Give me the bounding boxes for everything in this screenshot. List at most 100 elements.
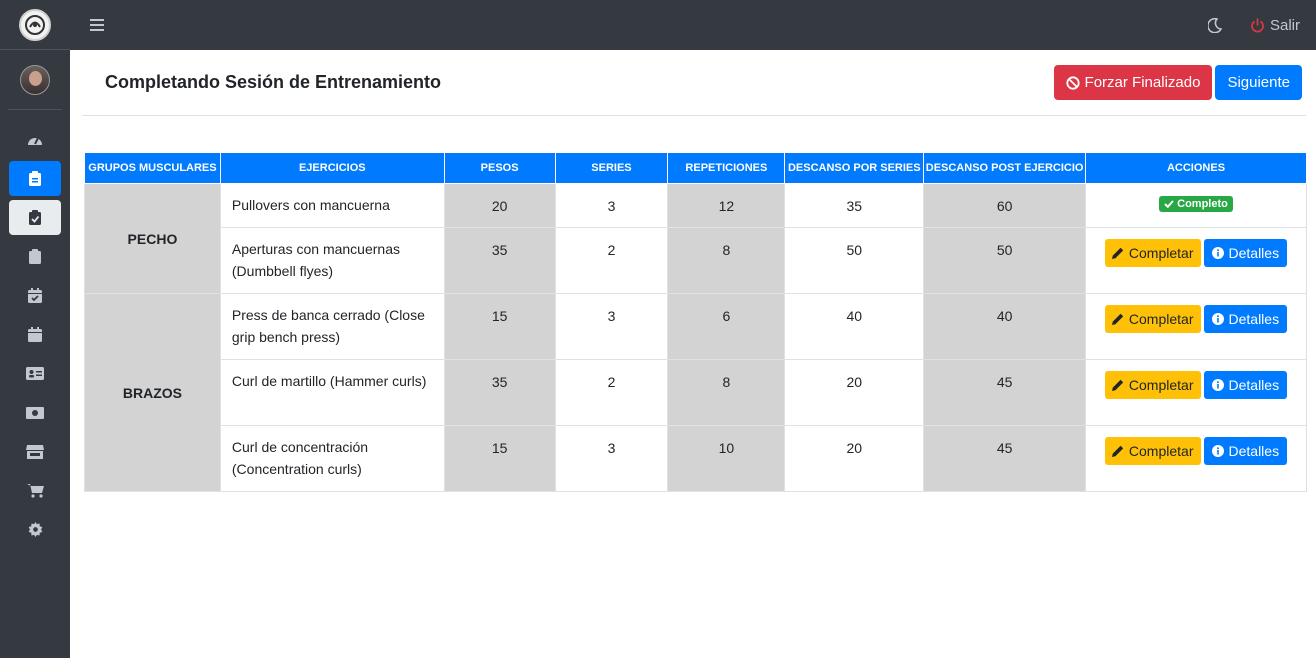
muscle-group-cell: PECHO [84,183,221,294]
table-row: BRAZOS Press de banca cerrado (Close gri… [84,293,1307,492]
details-label: Detalles [1228,377,1280,393]
info-circle-icon [1211,247,1224,259]
moon-icon [1207,17,1222,33]
details-label: Detalles [1228,443,1280,459]
menu-toggle[interactable] [90,19,104,31]
header-exercises[interactable]: EJERCICIOS [219,152,445,184]
complete-label: Completar [1128,443,1194,459]
sidebar-item-cart[interactable] [9,473,61,508]
topbar: Salir [70,0,1316,50]
sidebar-item-dashboard[interactable] [9,122,61,157]
actions-cell: Completar Detalles [1085,425,1307,492]
id-card-icon [26,367,44,380]
rest-post-cell: 50 [923,227,1087,294]
info-circle-icon [1211,313,1224,325]
calendar-icon [28,327,42,342]
sidebar [0,0,70,658]
power-icon [1251,18,1264,32]
complete-label: Completar [1128,377,1194,393]
actions-cell: Completo [1085,183,1307,228]
clipboard-icon [29,249,41,264]
reps-cell: 8 [667,359,786,426]
sidebar-item-payments[interactable] [9,395,61,430]
series-cell: 3 [554,293,669,360]
header-series[interactable]: SERIES [554,152,669,184]
next-label: Siguiente [1227,74,1290,91]
complete-button[interactable]: Completar [1104,371,1201,399]
details-button[interactable]: Detalles [1203,239,1288,267]
page-title: Completando Sesión de Entrenamiento [105,72,442,92]
rest-post-cell: 45 [923,425,1087,492]
logout-label: Salir [1269,16,1300,34]
sidebar-item-sessions[interactable] [9,161,61,196]
theme-toggle[interactable] [1207,17,1222,33]
sidebar-item-calendar[interactable] [9,317,61,352]
ban-icon [1065,75,1080,90]
reps-cell: 10 [667,425,786,492]
reps-cell: 8 [667,227,786,294]
gear-icon [28,522,42,537]
rest-series-cell: 20 [784,359,925,426]
complete-button[interactable]: Completar [1104,437,1201,465]
table-row: PECHO Pullovers con mancuerna 20 3 12 35… [84,183,1307,294]
exercise-cell: Aperturas con mancuernas (Dumbbell flyes… [219,227,445,294]
status-badge: Completo [1159,196,1233,212]
pencil-icon [1111,379,1124,391]
series-cell: 3 [554,183,669,228]
sidebar-item-store[interactable] [9,434,61,469]
header-rest-post[interactable]: DESCANSO POST EJERCICIO [923,152,1087,184]
details-button[interactable]: Detalles [1203,437,1288,465]
sidebar-item-clipboard[interactable] [9,239,61,274]
complete-button[interactable]: Completar [1104,305,1201,333]
details-label: Detalles [1228,311,1280,327]
check-icon [1164,200,1174,208]
header-reps[interactable]: REPETICIONES [667,152,786,184]
sidebar-item-settings[interactable] [9,512,61,547]
pencil-icon [1111,313,1124,325]
rest-series-cell: 20 [784,425,925,492]
details-button[interactable]: Detalles [1203,371,1288,399]
sidebar-item-calendar-check[interactable] [9,278,61,313]
rest-post-cell: 60 [923,183,1087,228]
money-bill-icon [26,406,44,419]
weight-cell: 35 [443,227,556,294]
weight-cell: 20 [443,183,556,228]
force-finish-button[interactable]: Forzar Finalizado [1053,65,1213,100]
pencil-icon [1111,247,1124,259]
sidebar-item-members[interactable] [9,356,61,391]
table-header-row: GRUPOS MUSCULARES EJERCICIOS PESOS SERIE… [84,152,1307,184]
sidebar-item-completed[interactable] [9,200,61,235]
reps-cell: 12 [667,183,786,228]
series-cell: 3 [554,425,669,492]
store-icon [26,444,44,459]
brand-logo[interactable] [19,8,51,41]
status-badge-label: Completo [1177,198,1228,210]
complete-button[interactable]: Completar [1104,239,1201,267]
next-button[interactable]: Siguiente [1215,65,1302,100]
reps-cell: 6 [667,293,786,360]
header-actions[interactable]: ACCIONES [1085,152,1307,184]
rest-series-cell: 35 [784,183,925,228]
table-row: Curl de martillo (Hammer curls) 35 2 8 2… [85,359,1307,426]
complete-label: Completar [1128,245,1194,261]
header-muscle-groups[interactable]: GRUPOS MUSCULARES [84,152,221,184]
details-button[interactable]: Detalles [1203,305,1288,333]
logout-link[interactable]: Salir [1250,17,1300,34]
info-circle-icon [1211,379,1224,391]
details-label: Detalles [1228,245,1280,261]
info-circle-icon [1211,445,1224,457]
exercise-cell: Curl de martillo (Hammer curls) [219,359,445,426]
sidebar-nav [0,110,70,547]
table-row: Aperturas con mancuernas (Dumbbell flyes… [85,227,1307,294]
brand[interactable] [0,0,70,50]
exercise-cell: Curl de concentración (Concentration cur… [219,425,445,492]
rest-post-cell: 45 [923,359,1087,426]
header-weights[interactable]: PESOS [443,152,556,184]
muscle-group-cell: BRAZOS [84,293,221,492]
avatar[interactable] [20,64,50,95]
rest-series-cell: 40 [784,293,925,360]
dashboard-icon [28,137,42,145]
header-rest-series[interactable]: DESCANSO POR SERIES [784,152,925,184]
actions-cell: Completar Detalles [1085,293,1307,360]
clipboard-check-icon [29,210,41,225]
